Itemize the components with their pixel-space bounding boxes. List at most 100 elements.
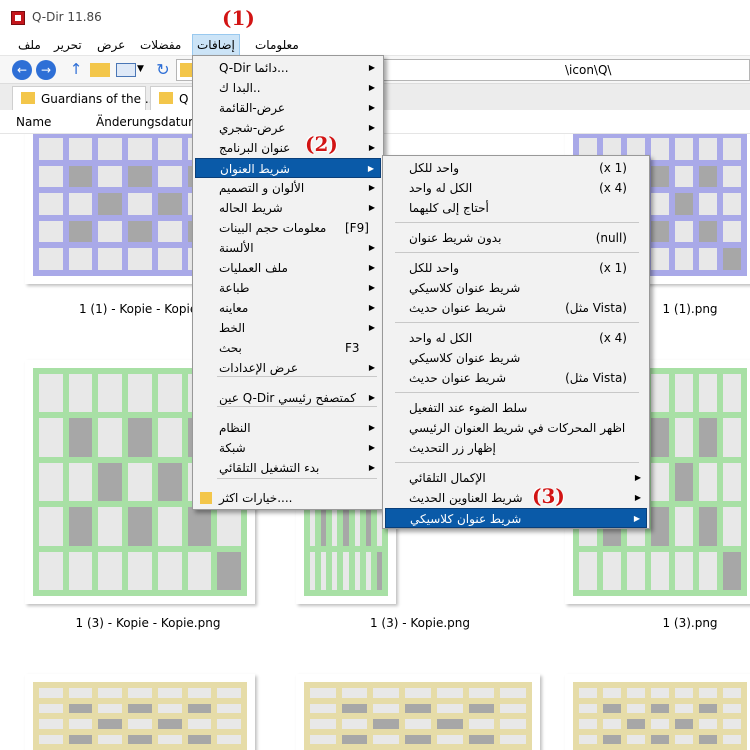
thumbnail-cell <box>157 248 182 270</box>
menu-file[interactable]: ملف <box>14 34 45 56</box>
thumbnail-cell <box>699 703 717 714</box>
thumbnail-cell <box>723 220 741 243</box>
extras-menu-item[interactable]: معاينه ▶ <box>195 298 381 318</box>
menu-edit[interactable]: تحرير <box>50 34 86 56</box>
thumbnail-cell <box>157 374 182 413</box>
extras-menu-item[interactable]: الألسنة ▶ <box>195 238 381 258</box>
menu-item-label: شريط عنوان كلاسيكي <box>409 351 521 365</box>
thumbnail-cell <box>310 734 336 745</box>
thumbnail-cell <box>68 703 93 714</box>
thumbnail-cell <box>98 193 123 215</box>
thumbnail-cell <box>310 703 336 714</box>
extras-menu-item[interactable]: بدء التشغيل التلقائي ▶ <box>195 458 381 478</box>
extras-menu-item[interactable]: عرض-القائمة ▶ <box>195 98 381 118</box>
extras-menu-item[interactable]: شبكة ▶ <box>195 438 381 458</box>
thumbnail-cell <box>468 688 495 698</box>
menu-item-shortcut: (x 4) <box>599 331 627 345</box>
menu-view[interactable]: عرض <box>93 34 129 56</box>
step-marker-3: (3) <box>532 484 565 508</box>
refresh-icon[interactable]: ↻ <box>153 60 173 80</box>
thumbnail-cell <box>39 734 63 745</box>
thumbnail-cell <box>98 703 123 714</box>
extras-menu-item[interactable]: النظام ▶ <box>195 418 381 438</box>
address-bar-menu-item[interactable]: شريط عنوان حديث (مثل Vista) <box>385 368 647 388</box>
extras-menu-item[interactable]: عرض-شجري ▶ <box>195 118 381 138</box>
extras-menu-item[interactable]: شريط الحاله ▶ <box>195 198 381 218</box>
extras-menu-item[interactable]: خيارات اكثر.... <box>195 488 381 508</box>
address-bar-menu-item[interactable]: الإكمال التلقائي ▶ <box>385 468 647 488</box>
forward-icon[interactable]: → <box>36 60 56 80</box>
thumbnail-cell <box>627 688 645 698</box>
thumbnail-cell <box>651 138 669 160</box>
thumbnail-cell <box>699 220 717 243</box>
address-bar-menu-item[interactable]: اظهر المحركات في شريط العنوان الرئيسي <box>385 418 647 438</box>
address-bar-menu-item[interactable]: شريط عنوان كلاسيكي <box>385 278 647 298</box>
thumbnail-cell <box>675 507 693 546</box>
extras-menu-item[interactable]: عرض الإعدادات ▶ <box>195 358 381 378</box>
extras-menu-item[interactable]: Q-Dir دائما... ▶ <box>195 58 381 78</box>
menu-favorites[interactable]: مفضلات <box>136 34 185 56</box>
extras-menu-item[interactable]: بحث F3 <box>195 338 381 358</box>
address-bar-menu-item[interactable]: بدون شريط عنوان (null) <box>385 228 647 248</box>
new-folder-icon[interactable] <box>90 63 110 77</box>
thumbnail-cell <box>723 418 741 457</box>
extras-menu-item[interactable]: الخط ▶ <box>195 318 381 338</box>
tab-guardians[interactable]: Guardians of the ... <box>12 86 156 110</box>
address-bar-menu-item[interactable]: الكل له واحد (x 4) <box>385 328 647 348</box>
extras-menu-item[interactable]: ملف العمليات ▶ <box>195 258 381 278</box>
menu-item-label: عرض-القائمة <box>219 101 286 115</box>
thumbnail-cell <box>128 165 152 188</box>
thumbnail-cell <box>68 734 93 745</box>
address-bar-menu-item[interactable]: واحد للكل (x 1) <box>385 258 647 278</box>
up-icon[interactable]: ↑ <box>66 60 86 80</box>
address-bar-menu-item[interactable]: سلط الضوء عند التفعيل <box>385 398 647 418</box>
thumbnail-cell <box>579 719 597 729</box>
menu-item-label: عرض الإعدادات <box>219 361 299 375</box>
menu-item-label: شريط الحاله <box>219 201 283 215</box>
thumbnail-cell <box>699 193 717 215</box>
thumbnail-cell <box>39 688 63 698</box>
address-bar-menu-item[interactable]: واحد للكل (x 1) <box>385 158 647 178</box>
address-bar-menu-item[interactable]: أحتاج إلى كليهما <box>385 198 647 218</box>
thumbnail[interactable] <box>565 674 750 750</box>
thumbnail[interactable] <box>296 674 540 750</box>
menu-info[interactable]: معلومات <box>251 34 303 56</box>
thumbnail-cell <box>341 734 368 745</box>
menu-item-label: واحد للكل <box>409 161 460 175</box>
file-label[interactable]: 1 (3).png <box>580 616 750 630</box>
thumbnail-cell <box>341 703 368 714</box>
thumbnail[interactable] <box>25 674 255 750</box>
column-name[interactable]: Name <box>16 115 51 129</box>
extras-menu-item[interactable]: البدا ك.. ▶ <box>195 78 381 98</box>
address-bar-menu-item[interactable]: شريط عنوان كلاسيكي <box>385 348 647 368</box>
extras-menu-item[interactable]: عنوان البرنامج ▶ <box>195 138 381 158</box>
extras-menu-item[interactable]: شريط العنوان ▶ <box>195 158 381 178</box>
tab-q[interactable]: Q <box>150 86 194 110</box>
file-label[interactable]: 1 (3) - Kopie - Kopie.png <box>38 616 258 630</box>
extras-menu-item[interactable]: معلومات حجم البينات [F9] <box>195 218 381 238</box>
thumbnail-cell <box>157 688 182 698</box>
address-bar-menu-item[interactable]: إظهار زر التحديث <box>385 438 647 458</box>
extras-menu-item[interactable]: عين Q-Dir كمتصفح رئيسي ▶ <box>195 388 381 408</box>
menu-item-label: شبكة <box>219 441 246 455</box>
thumbnail-cell <box>651 165 669 188</box>
thumbnail-cell <box>603 688 621 698</box>
thumbnail-cell <box>651 248 669 270</box>
extras-menu-item[interactable]: طباعة ▶ <box>195 278 381 298</box>
address-bar-menu-item[interactable]: شريط العناوين الحديث ▶ <box>385 488 647 508</box>
back-icon[interactable]: ← <box>12 60 32 80</box>
view-mode-icon[interactable] <box>116 63 136 77</box>
address-bar-menu-item[interactable]: شريط عنوان حديث (مثل Vista) <box>385 298 647 318</box>
extras-menu-item[interactable]: الألوان و التصميم ▶ <box>195 178 381 198</box>
submenu-arrow-icon: ▶ <box>368 183 375 192</box>
column-date[interactable]: Änderungsdatum <box>96 115 200 129</box>
thumbnail-cell <box>675 248 693 270</box>
address-bar-menu-item[interactable]: شريط عنوان كلاسيكي ▶ <box>385 508 647 528</box>
address-bar-menu-item[interactable]: الكل له واحد (x 4) <box>385 178 647 198</box>
file-label[interactable]: 1 (3) - Kopie.png <box>310 616 530 630</box>
thumbnail-cell <box>98 248 123 270</box>
menu-separator <box>395 252 639 253</box>
menu-separator <box>395 392 639 393</box>
menu-extras[interactable]: إضافات <box>192 34 240 56</box>
submenu-arrow-icon: ▶ <box>368 443 375 452</box>
